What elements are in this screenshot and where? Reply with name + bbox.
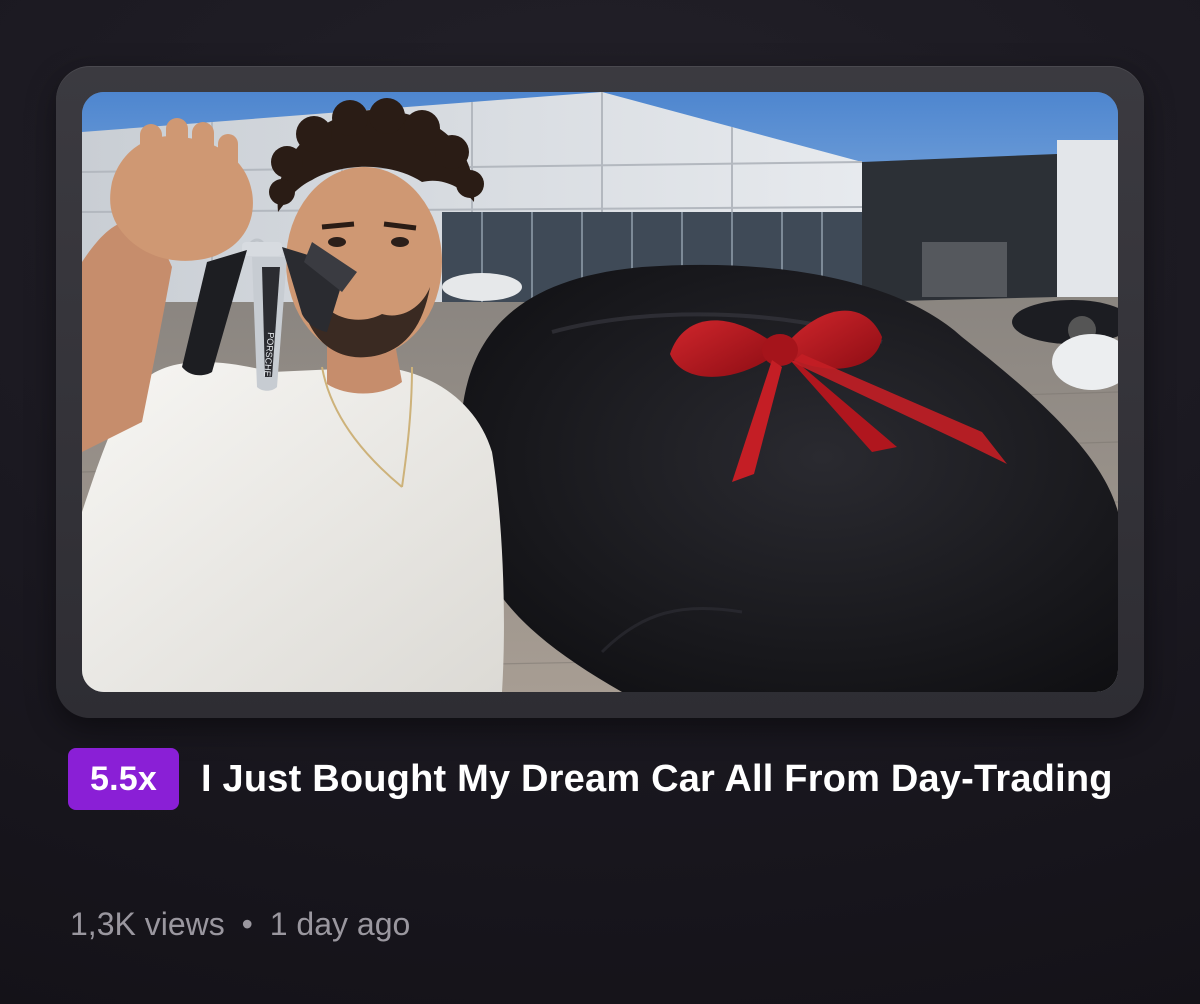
video-thumbnail[interactable]: PORSCHE bbox=[82, 92, 1118, 692]
speed-badge: 5.5x bbox=[68, 748, 179, 810]
view-count: 1,3K views bbox=[70, 906, 225, 942]
upload-age: 1 day ago bbox=[269, 906, 411, 942]
video-stats: 1,3K views • 1 day ago bbox=[70, 902, 410, 946]
video-card[interactable]: PORSCHE 5.5x I Just Bought My Dream Car A… bbox=[0, 0, 1200, 1004]
separator-dot: • bbox=[241, 906, 253, 942]
video-title-line[interactable]: 5.5x I Just Bought My Dream Car All From … bbox=[68, 748, 1138, 810]
video-meta: 5.5x I Just Bought My Dream Car All From … bbox=[68, 748, 1138, 810]
video-title[interactable]: I Just Bought My Dream Car All From Day-… bbox=[201, 758, 1113, 800]
